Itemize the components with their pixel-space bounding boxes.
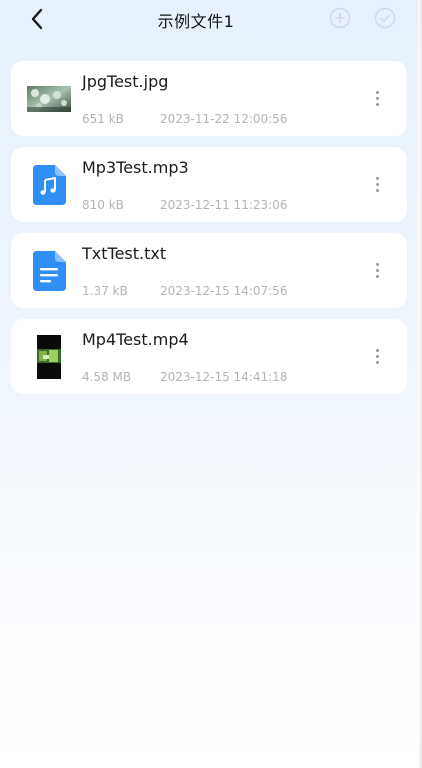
video-thumbnail — [27, 335, 71, 379]
file-name: Mp3Test.mp3 — [82, 158, 189, 177]
file-size: 1.37 kB — [82, 284, 128, 298]
more-dot-icon — [375, 348, 379, 352]
more-dot-icon — [375, 360, 379, 364]
more-dot-icon — [375, 176, 379, 180]
file-name: TxtTest.txt — [82, 244, 167, 263]
image-thumbnail — [27, 77, 71, 121]
add-button[interactable] — [329, 7, 351, 29]
file-item-mp4[interactable]: Mp4Test.mp4 4.58 MB 2023-12-15 14:41:18 — [11, 319, 407, 394]
more-options-button[interactable] — [365, 258, 389, 282]
file-date: 2023-12-15 14:07:56 — [160, 284, 288, 298]
file-date: 2023-12-15 14:41:18 — [160, 370, 288, 384]
file-name: JpgTest.jpg — [82, 72, 169, 91]
more-dot-icon — [375, 96, 379, 100]
more-dot-icon — [375, 268, 379, 272]
file-date: 2023-12-11 11:23:06 — [160, 198, 288, 212]
header-bar: 示例文件1 — [0, 0, 418, 40]
scrollbar-edge — [418, 0, 422, 768]
check-circle-icon — [374, 7, 396, 29]
more-options-button[interactable] — [365, 86, 389, 110]
more-options-button[interactable] — [365, 344, 389, 368]
file-name: Mp4Test.mp4 — [82, 330, 189, 349]
more-dot-icon — [375, 262, 379, 266]
file-size: 4.58 MB — [82, 370, 132, 384]
select-button[interactable] — [374, 7, 396, 29]
file-size: 651 kB — [82, 112, 124, 126]
more-options-button[interactable] — [365, 172, 389, 196]
file-item-mp3[interactable]: Mp3Test.mp3 810 kB 2023-12-11 11:23:06 — [11, 147, 407, 222]
more-dot-icon — [375, 102, 379, 106]
file-item-jpg[interactable]: JpgTest.jpg 651 kB 2023-11-22 12:00:56 — [11, 61, 407, 136]
file-item-txt[interactable]: TxtTest.txt 1.37 kB 2023-12-15 14:07:56 — [11, 233, 407, 308]
more-dot-icon — [375, 188, 379, 192]
text-file-icon — [27, 249, 71, 293]
more-dot-icon — [375, 354, 379, 358]
more-dot-icon — [375, 90, 379, 94]
more-dot-icon — [375, 182, 379, 186]
file-date: 2023-11-22 12:00:56 — [160, 112, 288, 126]
music-file-icon — [27, 163, 71, 207]
more-dot-icon — [375, 274, 379, 278]
file-size: 810 kB — [82, 198, 124, 212]
plus-circle-icon — [329, 7, 351, 29]
file-list: JpgTest.jpg 651 kB 2023-11-22 12:00:56 M… — [11, 61, 407, 405]
